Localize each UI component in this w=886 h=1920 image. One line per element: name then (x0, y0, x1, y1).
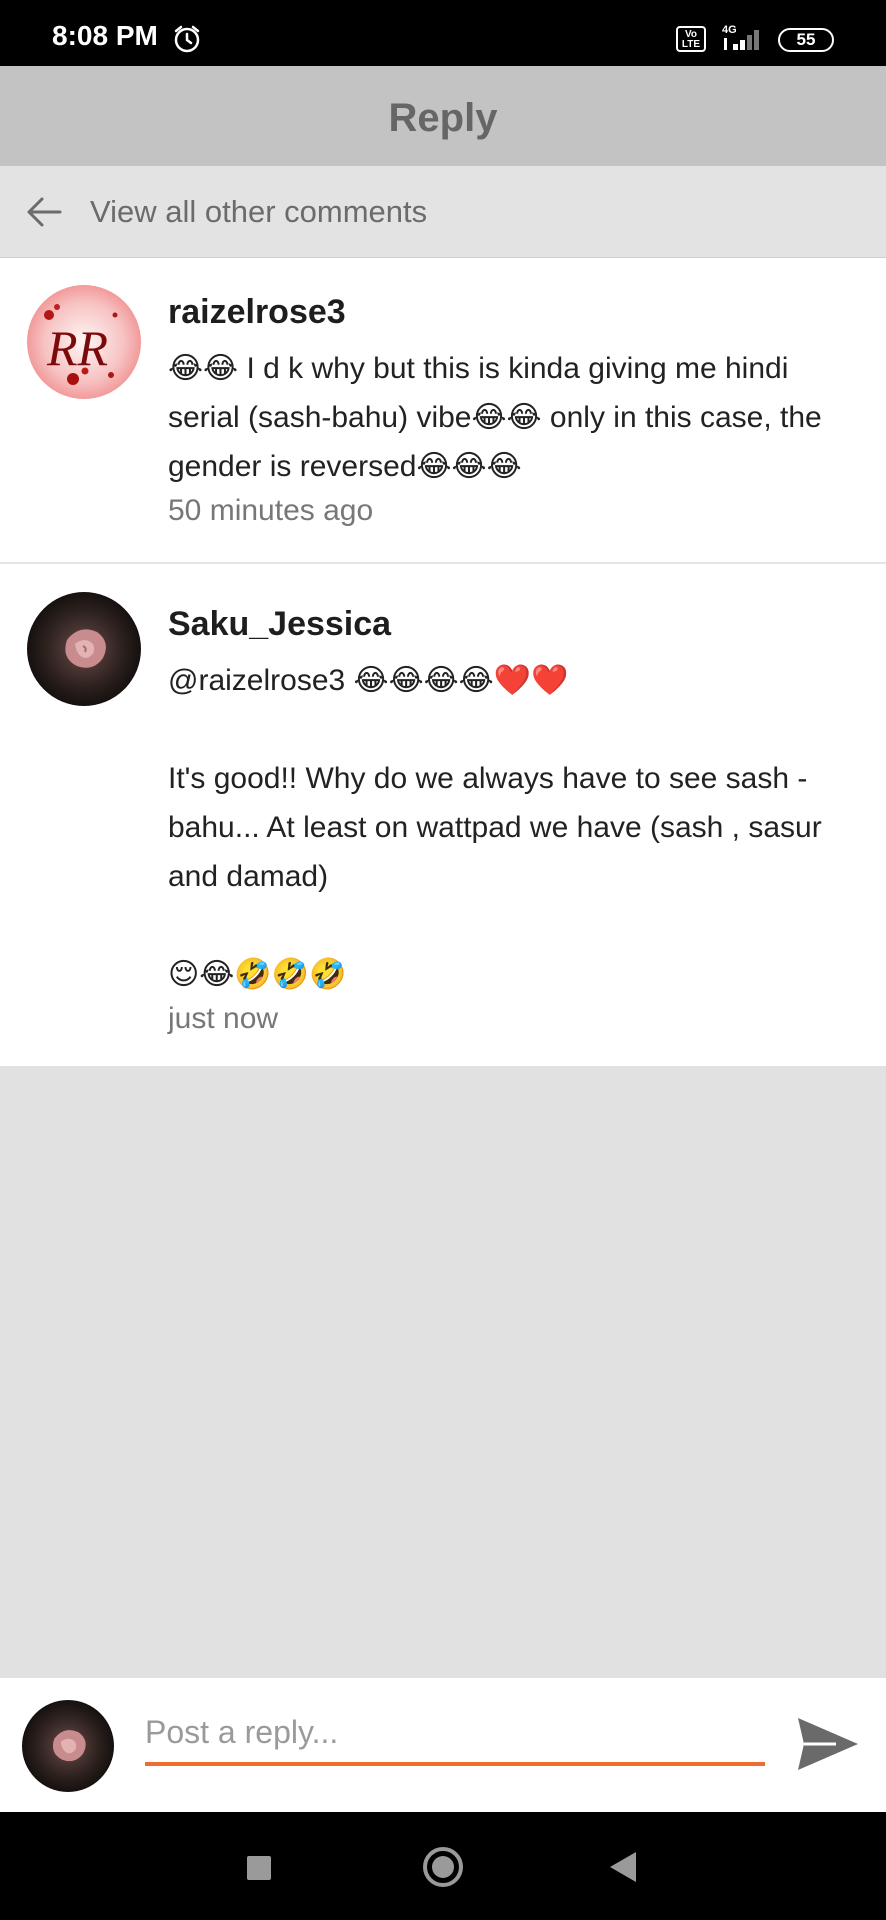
comment-text: 😂😂 I d k why but this is kinda giving me… (168, 352, 831, 483)
comment-body: Saku_Jessica @raizelrose3 😂😂😂😂❤️❤️ It's … (168, 604, 868, 1039)
network-type: 4G (722, 24, 737, 36)
volte-icon: Vo LTE (676, 26, 706, 52)
status-time: 8:08 PM (52, 20, 158, 51)
avatar-monogram: RR (46, 320, 108, 376)
send-icon[interactable] (796, 1714, 860, 1774)
comment-timestamp: just now (168, 1002, 279, 1035)
system-navigation-bar (0, 1812, 886, 1920)
comment-text: @raizelrose3 😂😂😂😂❤️❤️ It's good!! Why do… (168, 664, 822, 991)
view-all-comments-link[interactable]: View all other comments (90, 194, 427, 230)
avatar-image (22, 1700, 114, 1792)
comment-username[interactable]: raizelrose3 (168, 292, 868, 332)
avatar-image (27, 592, 141, 706)
comment-username[interactable]: Saku_Jessica (168, 604, 868, 644)
comment-list: RR raizelrose3 😂😂 I d k why but this is … (0, 258, 886, 1066)
view-all-comments-row[interactable]: View all other comments (0, 166, 886, 258)
avatar[interactable] (27, 592, 141, 706)
recent-apps-icon[interactable] (247, 1856, 271, 1880)
comment-timestamp: 50 minutes ago (168, 494, 374, 527)
system-back-icon[interactable] (608, 1850, 638, 1884)
home-icon[interactable] (422, 1846, 464, 1888)
comment-item: Saku_Jessica @raizelrose3 😂😂😂😂❤️❤️ It's … (0, 564, 886, 1066)
comment-body: raizelrose3 😂😂 I d k why but this is kin… (168, 292, 868, 531)
status-bar: 8:08 PM Vo LTE 4G 55 (0, 0, 886, 66)
battery-indicator: 55 (778, 28, 834, 52)
avatar[interactable]: RR (27, 285, 141, 399)
avatar-image: RR (27, 285, 141, 399)
comment-item: RR raizelrose3 😂😂 I d k why but this is … (0, 258, 886, 564)
signal-icon: 4G (722, 24, 759, 50)
header: Reply (0, 66, 886, 166)
alarm-clock-icon (174, 25, 200, 53)
reply-bar (0, 1678, 886, 1812)
reply-input[interactable] (145, 1706, 765, 1766)
back-arrow-icon[interactable] (24, 194, 64, 230)
current-user-avatar (22, 1700, 114, 1792)
page-title: Reply (388, 96, 498, 140)
